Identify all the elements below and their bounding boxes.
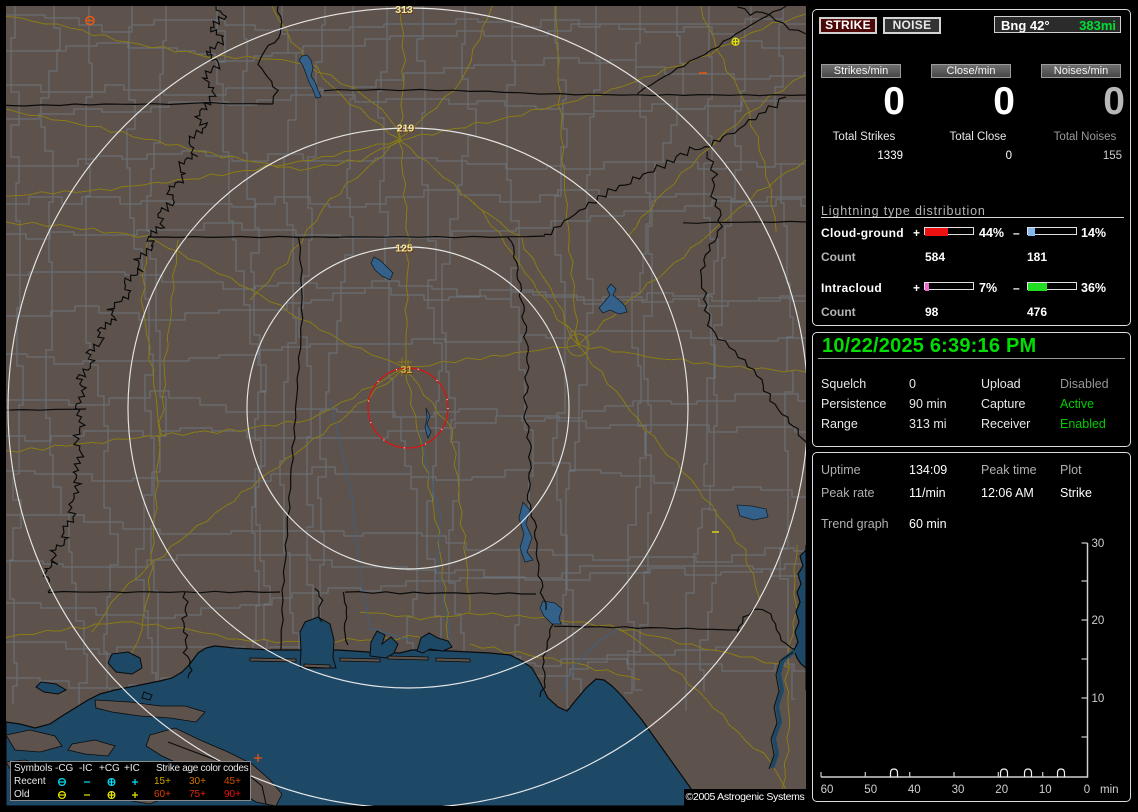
- svg-text:10: 10: [1039, 784, 1052, 796]
- svg-text:10: 10: [1092, 693, 1105, 705]
- svg-text:40: 40: [908, 784, 921, 796]
- svg-text:20: 20: [1092, 615, 1105, 627]
- svg-text:0: 0: [1084, 784, 1090, 796]
- svg-text:50: 50: [864, 784, 877, 796]
- svg-text:125: 125: [395, 243, 413, 255]
- svg-text:30: 30: [1092, 538, 1105, 550]
- svg-text:219: 219: [397, 123, 415, 135]
- svg-text:313: 313: [395, 6, 413, 16]
- svg-text:min: min: [1100, 784, 1119, 796]
- svg-text:60: 60: [821, 784, 834, 796]
- svg-text:30: 30: [952, 784, 965, 796]
- svg-text:20: 20: [995, 784, 1008, 796]
- svg-text:31: 31: [401, 364, 413, 376]
